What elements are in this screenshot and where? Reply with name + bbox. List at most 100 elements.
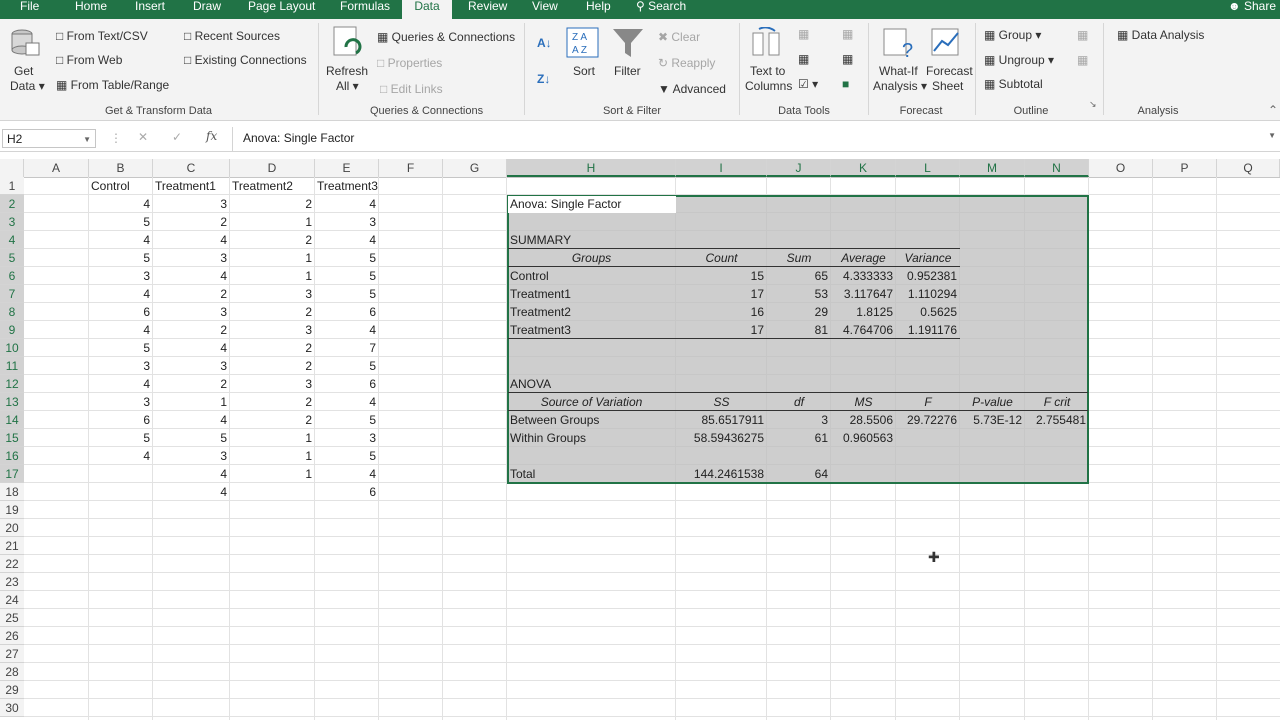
summary-group[interactable]: Treatment2 (510, 303, 679, 321)
column-header-j[interactable]: J (767, 159, 831, 177)
row-header[interactable]: 18 (0, 483, 24, 501)
anova-header[interactable]: P-value (960, 393, 1025, 411)
cell[interactable]: 3 (153, 357, 230, 375)
row-header[interactable]: 12 (0, 375, 24, 393)
select-all-button[interactable] (0, 159, 24, 177)
summary-value[interactable]: 17 (676, 321, 767, 339)
summary-value[interactable]: 0.5625 (896, 303, 960, 321)
cell[interactable]: 3 (89, 393, 153, 411)
summary-value[interactable]: 15 (676, 267, 767, 285)
cell[interactable]: 5 (315, 267, 379, 285)
cell[interactable]: 2 (230, 411, 315, 429)
column-header-g[interactable]: G (443, 159, 507, 177)
refresh-all-label-2[interactable]: All ▾ (336, 79, 359, 93)
cell[interactable]: 4 (153, 483, 230, 501)
cell[interactable]: 4 (315, 231, 379, 249)
show-detail-icon[interactable]: ▦ (1077, 28, 1088, 42)
forecast-sheet-icon[interactable] (930, 27, 962, 59)
cell[interactable]: 3 (89, 357, 153, 375)
anova-value[interactable]: 144.2461538 (676, 465, 767, 483)
cell[interactable]: 7 (315, 339, 379, 357)
row-header[interactable]: 22 (0, 555, 24, 573)
row-header[interactable]: 20 (0, 519, 24, 537)
cell[interactable]: 3 (153, 249, 230, 267)
tab-insert[interactable]: Insert (135, 0, 165, 19)
what-if-label-1[interactable]: What-If (879, 64, 918, 78)
cell[interactable]: 4 (153, 231, 230, 249)
summary-header[interactable]: Variance (896, 249, 960, 267)
cell[interactable]: 1 (153, 393, 230, 411)
cell[interactable]: 4 (315, 195, 379, 213)
ungroup-button[interactable]: ▦ Ungroup ▾ (984, 53, 1054, 67)
cell[interactable]: 4 (89, 231, 153, 249)
consolidate-icon[interactable]: ▦ (842, 27, 853, 41)
cell[interactable]: 2 (230, 231, 315, 249)
tab-page-layout[interactable]: Page Layout (248, 0, 315, 19)
cell[interactable]: 4 (89, 375, 153, 393)
cell[interactable]: 3 (153, 447, 230, 465)
cell[interactable]: 1 (230, 429, 315, 447)
cell[interactable]: 3 (230, 375, 315, 393)
cell[interactable]: 2 (230, 357, 315, 375)
summary-value[interactable]: 16 (676, 303, 767, 321)
cell[interactable]: 4 (89, 285, 153, 303)
header-cell[interactable]: Control (89, 177, 155, 195)
what-if-icon[interactable]: ? (882, 27, 916, 62)
row-header[interactable]: 17 (0, 465, 24, 483)
summary-value[interactable]: 29 (767, 303, 831, 321)
cell[interactable]: 6 (89, 411, 153, 429)
cell[interactable]: 5 (315, 249, 379, 267)
cell[interactable]: 4 (315, 321, 379, 339)
clear-button[interactable]: ✖ Clear (658, 30, 700, 44)
sort-za-icon[interactable]: Z↓ (537, 72, 550, 86)
tab-help[interactable]: Help (586, 0, 611, 19)
summary-group[interactable]: Treatment3 (510, 321, 679, 339)
insert-function-icon[interactable]: fx (206, 129, 217, 143)
row-header[interactable]: 26 (0, 627, 24, 645)
anova-label[interactable]: ANOVA (510, 375, 679, 393)
row-header[interactable]: 13 (0, 393, 24, 411)
share-button[interactable]: ☻ Share (1228, 0, 1276, 13)
summary-value[interactable]: 1.191176 (896, 321, 960, 339)
cell[interactable]: 2 (230, 339, 315, 357)
anova-source[interactable]: Total (510, 465, 679, 483)
cell[interactable]: 4 (153, 267, 230, 285)
row-header[interactable]: 3 (0, 213, 24, 231)
cell[interactable]: 5 (315, 447, 379, 465)
cell[interactable]: 5 (89, 429, 153, 447)
hide-detail-icon[interactable]: ▦ (1077, 53, 1088, 67)
filter-icon[interactable] (611, 27, 645, 59)
cell[interactable]: 5 (315, 357, 379, 375)
row-header[interactable]: 27 (0, 645, 24, 663)
row-header[interactable]: 25 (0, 609, 24, 627)
text-to-columns-label-2[interactable]: Columns (745, 79, 792, 93)
edit-links-button[interactable]: □ Edit Links (380, 82, 443, 96)
text-to-columns-label-1[interactable]: Text to (750, 64, 785, 78)
row-header[interactable]: 16 (0, 447, 24, 465)
row-header[interactable]: 15 (0, 429, 24, 447)
column-header-f[interactable]: F (379, 159, 443, 177)
summary-label[interactable]: SUMMARY (510, 231, 679, 249)
row-header[interactable]: 19 (0, 501, 24, 519)
reapply-button[interactable]: ↻ Reapply (658, 56, 715, 70)
cell[interactable]: 1 (230, 213, 315, 231)
refresh-all-label-1[interactable]: Refresh (326, 64, 368, 78)
tab-home[interactable]: Home (75, 0, 107, 19)
relationships-icon[interactable]: ▦ (842, 52, 853, 66)
forecast-sheet-label-1[interactable]: Forecast (926, 64, 973, 78)
existing-connections-button[interactable]: □ Existing Connections (184, 53, 307, 67)
summary-value[interactable]: 65 (767, 267, 831, 285)
cell[interactable]: 3 (89, 267, 153, 285)
summary-value[interactable]: 0.952381 (896, 267, 960, 285)
cell[interactable]: 6 (315, 375, 379, 393)
sort-az-icon[interactable]: A↓ (537, 36, 552, 50)
column-header-c[interactable]: C (153, 159, 230, 177)
column-header-i[interactable]: I (676, 159, 767, 177)
tab-draw[interactable]: Draw (193, 0, 221, 19)
cell[interactable]: 5 (89, 339, 153, 357)
anova-value[interactable]: 64 (767, 465, 831, 483)
formula-input[interactable]: Anova: Single Factor (243, 131, 354, 145)
cell[interactable]: 3 (315, 429, 379, 447)
summary-value[interactable]: 53 (767, 285, 831, 303)
from-web-button[interactable]: □ From Web (56, 53, 122, 67)
